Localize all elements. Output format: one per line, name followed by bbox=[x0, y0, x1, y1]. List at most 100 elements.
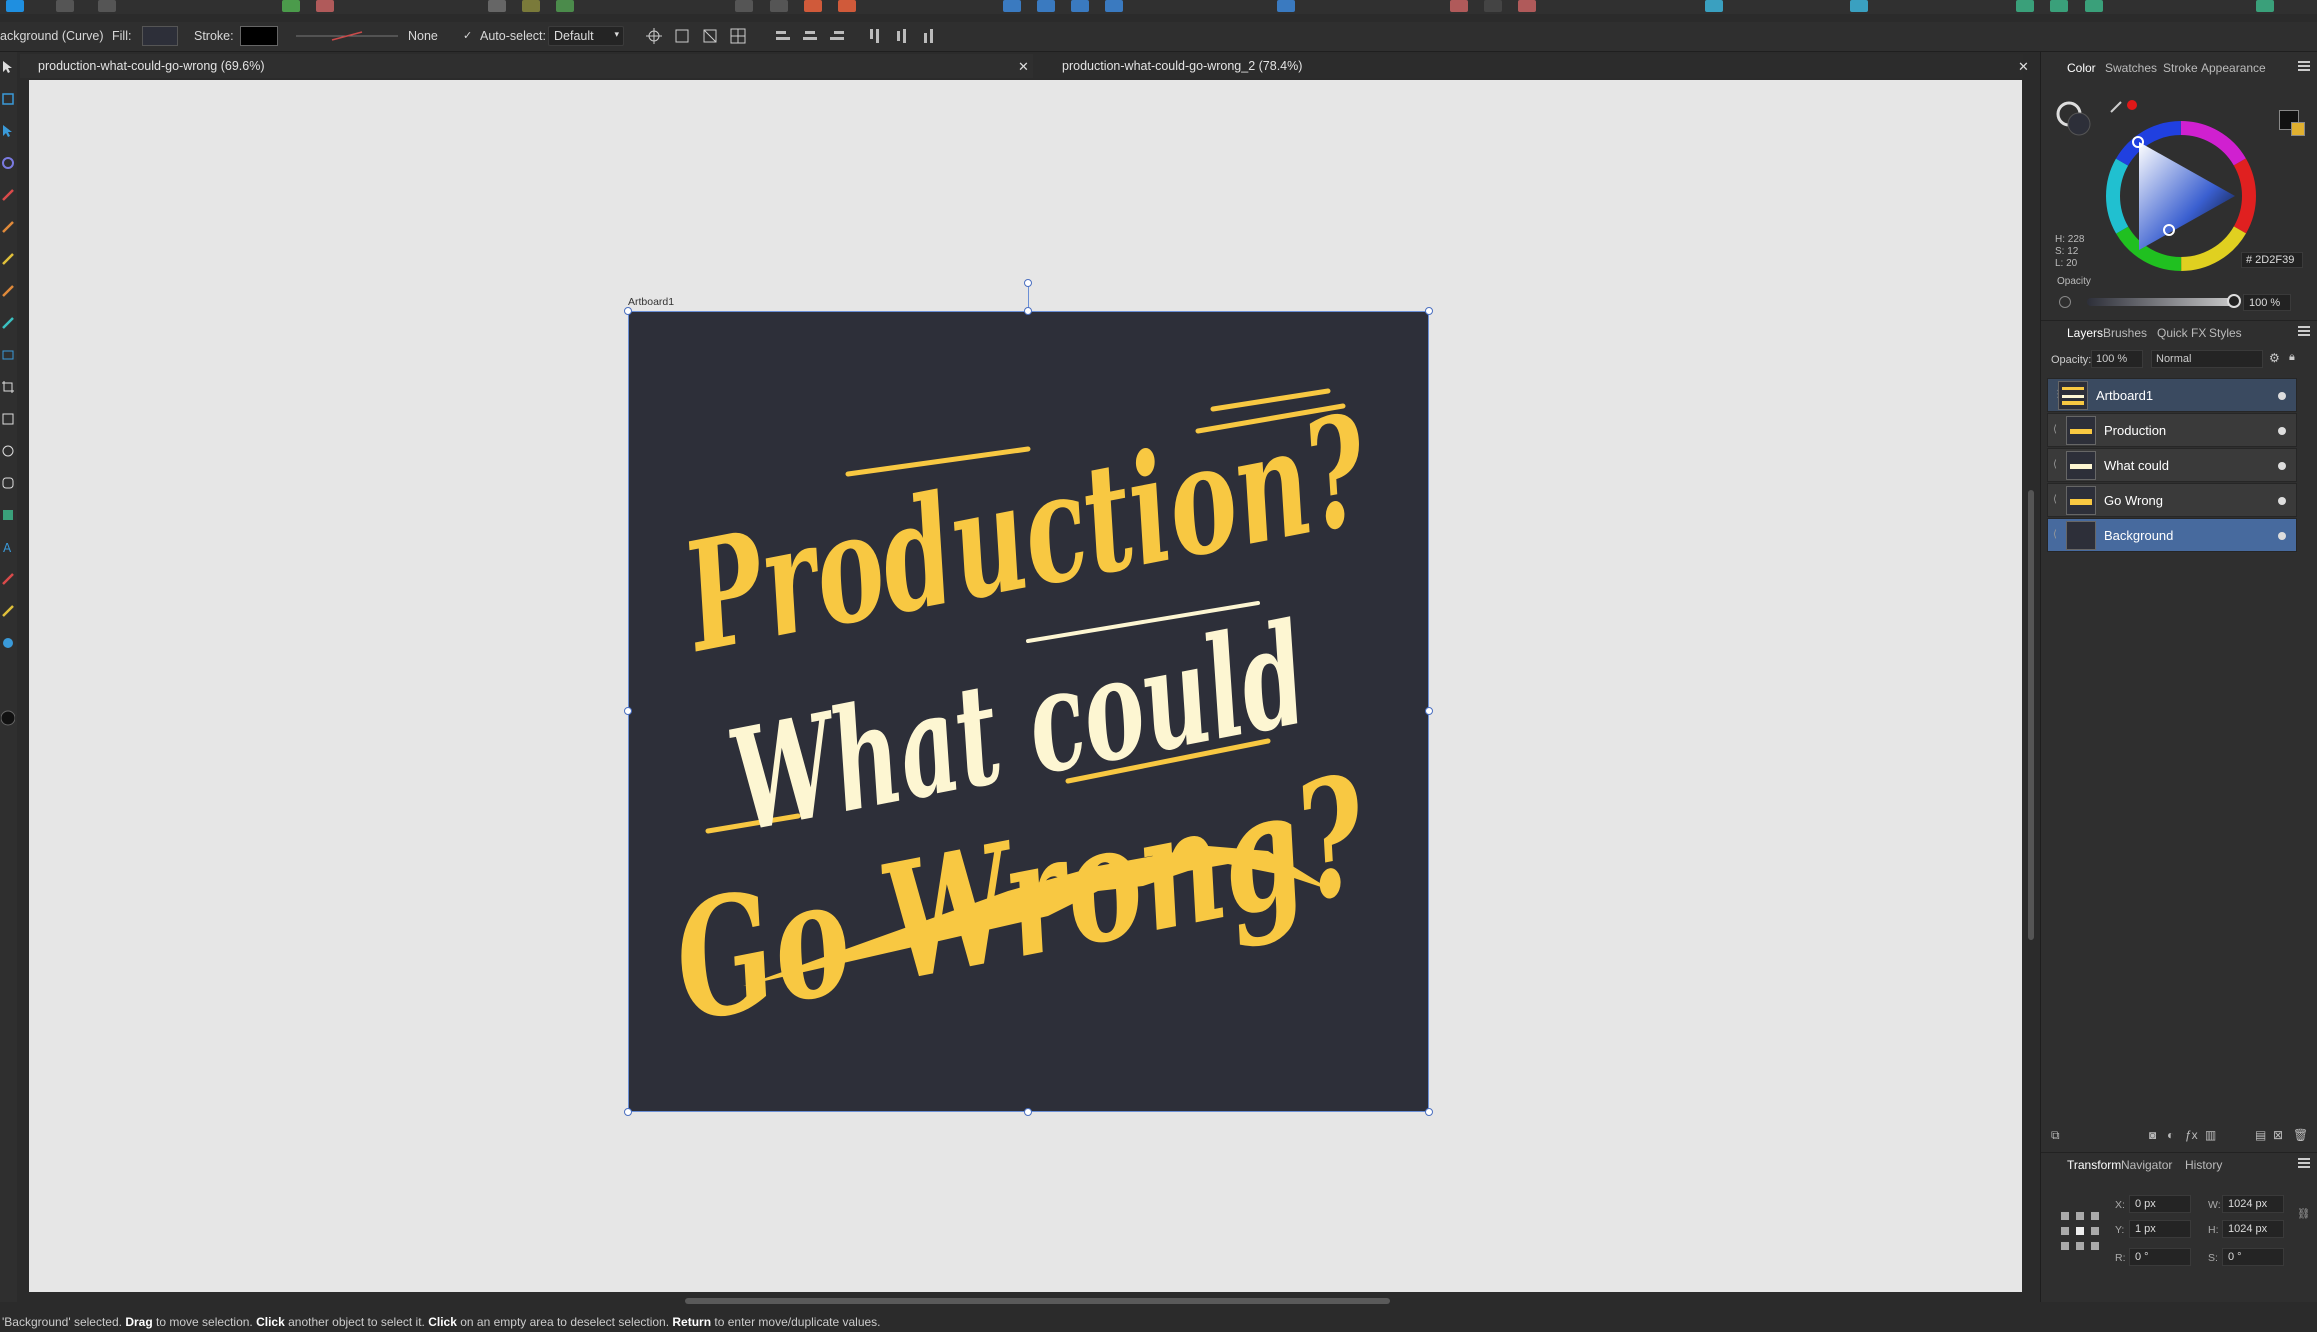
visibility-toggle[interactable] bbox=[2278, 392, 2286, 400]
blend-mode-dropdown[interactable]: Normal bbox=[2151, 350, 2263, 368]
artboard-tool-icon[interactable] bbox=[1, 92, 15, 106]
grid-view-icon[interactable] bbox=[729, 27, 747, 45]
studio-icon[interactable] bbox=[2085, 0, 2103, 12]
add-layer-icon[interactable]: ▤ bbox=[2255, 1128, 2266, 1142]
opacity-field[interactable]: 100 % bbox=[2243, 294, 2291, 311]
snapping-icon[interactable] bbox=[522, 0, 540, 12]
rounded-rect-tool-icon[interactable] bbox=[1, 476, 15, 490]
share-icon[interactable] bbox=[2016, 0, 2034, 12]
delete-icon[interactable]: 🗑︎ bbox=[2293, 1128, 2308, 1142]
layer-row-background[interactable]: ⟨ Background bbox=[2047, 518, 2297, 552]
transform-origin-icon[interactable] bbox=[645, 27, 663, 45]
crop-icon[interactable] bbox=[1450, 0, 1468, 12]
align-left-icon[interactable] bbox=[774, 27, 792, 45]
tab-layers[interactable]: Layers bbox=[2067, 326, 2103, 340]
tab-appearance[interactable]: Appearance bbox=[2201, 61, 2266, 75]
transparency-tool-icon[interactable] bbox=[1, 316, 15, 330]
fill-swatch[interactable] bbox=[142, 26, 178, 46]
tab-navigator[interactable]: Navigator bbox=[2121, 1158, 2172, 1172]
close-icon[interactable]: ✕ bbox=[2018, 59, 2029, 75]
layer-copy-icon[interactable]: ⧉ bbox=[2051, 1128, 2060, 1143]
document-tab[interactable]: production-what-could-go-wrong_2 (78.4%) bbox=[1044, 54, 2023, 78]
visibility-toggle[interactable] bbox=[2278, 497, 2286, 505]
pen-tool-icon[interactable] bbox=[1, 188, 15, 202]
move-tool-icon[interactable] bbox=[1, 60, 15, 74]
secondary-swatch[interactable] bbox=[2291, 122, 2305, 136]
adjustment-icon[interactable]: ◐ bbox=[2167, 1128, 2174, 1142]
grid-icon[interactable] bbox=[56, 0, 74, 12]
help-icon[interactable] bbox=[2256, 0, 2274, 12]
layer-row-artboard1[interactable]: ⋮ Artboard1 bbox=[2047, 378, 2297, 412]
resize-handle[interactable] bbox=[624, 307, 632, 315]
resize-handle[interactable] bbox=[1425, 307, 1433, 315]
layer-opacity-field[interactable]: 100 % bbox=[2091, 350, 2143, 368]
publish-icon[interactable] bbox=[2050, 0, 2068, 12]
grid-snap-icon[interactable] bbox=[556, 0, 574, 12]
canvas[interactable]: Artboard1 Production? What could Go Wron… bbox=[29, 80, 2022, 1292]
workspace-icon[interactable] bbox=[98, 0, 116, 12]
tab-color[interactable]: Color bbox=[2067, 61, 2096, 75]
layer-row-production[interactable]: ⟨ Production bbox=[2047, 413, 2297, 447]
align-top-icon[interactable] bbox=[866, 27, 884, 45]
flip-v-icon[interactable] bbox=[1037, 0, 1055, 12]
vector-icon[interactable] bbox=[1518, 0, 1536, 12]
align-group-icon[interactable] bbox=[488, 0, 506, 12]
rotation-field[interactable]: 0 ° bbox=[2129, 1248, 2191, 1266]
document-tab[interactable]: production-what-could-go-wrong (69.6%) ✕ bbox=[20, 54, 1033, 78]
rotate-left-icon[interactable] bbox=[1071, 0, 1089, 12]
auto-select-check-icon[interactable]: ✓ bbox=[463, 29, 472, 42]
sync-icon[interactable] bbox=[282, 0, 300, 12]
node-tool-icon[interactable] bbox=[1, 124, 15, 138]
shape-tool-icon[interactable] bbox=[1, 508, 15, 522]
color-swatch-icon[interactable] bbox=[1, 708, 15, 728]
color-picker-icon[interactable] bbox=[2109, 98, 2125, 114]
panel-menu-icon[interactable] bbox=[2298, 326, 2310, 336]
close-icon[interactable]: ✕ bbox=[1018, 59, 1029, 75]
opacity-slider-knob[interactable] bbox=[2227, 294, 2241, 308]
horizontal-scrollbar[interactable] bbox=[29, 1296, 2022, 1306]
vertical-scrollbar[interactable] bbox=[2026, 80, 2036, 1292]
tab-quick-fx[interactable]: Quick FX bbox=[2157, 326, 2206, 340]
x-field[interactable]: 0 px bbox=[2129, 1195, 2191, 1213]
scrollbar-thumb[interactable] bbox=[2028, 490, 2034, 940]
group-icon[interactable]: ⊠ bbox=[2273, 1128, 2283, 1142]
h-field[interactable]: 1024 px bbox=[2222, 1220, 2284, 1238]
export-icon[interactable] bbox=[1850, 0, 1868, 12]
panel-menu-icon[interactable] bbox=[2298, 1158, 2310, 1168]
scrollbar-thumb[interactable] bbox=[685, 1298, 1390, 1304]
layer-settings-icon[interactable]: ⚙ bbox=[2269, 351, 2280, 365]
mask-icon[interactable] bbox=[1484, 0, 1502, 12]
auto-select-dropdown[interactable]: Default ▾ bbox=[548, 26, 624, 46]
w-field[interactable]: 1024 px bbox=[2222, 1195, 2284, 1213]
fill-tool-icon[interactable] bbox=[1, 284, 15, 298]
align-middle-icon[interactable] bbox=[893, 27, 911, 45]
vector-brush-icon[interactable] bbox=[1, 252, 15, 266]
zoom-tool-icon[interactable] bbox=[1, 636, 15, 650]
corner-tool-icon[interactable] bbox=[1, 156, 15, 170]
resize-handle[interactable] bbox=[1425, 707, 1433, 715]
live-filter-icon[interactable]: ▥ bbox=[2205, 1128, 2216, 1142]
insert-icon[interactable] bbox=[1277, 0, 1295, 12]
fill-stroke-selector-icon[interactable] bbox=[2055, 100, 2093, 138]
ellipse-tool-icon[interactable] bbox=[1, 444, 15, 458]
link-icon[interactable]: ⛓ bbox=[2297, 1207, 2310, 1220]
bounding-box-icon[interactable] bbox=[673, 27, 691, 45]
boolean-add-icon[interactable] bbox=[804, 0, 822, 12]
align-bottom-icon[interactable] bbox=[920, 27, 938, 45]
place-image-icon[interactable] bbox=[1, 348, 15, 362]
mask-layer-icon[interactable]: ◙ bbox=[2149, 1128, 2156, 1142]
align-right-icon[interactable] bbox=[828, 27, 846, 45]
visibility-toggle[interactable] bbox=[2278, 462, 2286, 470]
tab-swatches[interactable]: Swatches bbox=[2105, 61, 2157, 75]
no-fill-icon[interactable] bbox=[2059, 296, 2071, 308]
rotate-right-icon[interactable] bbox=[1105, 0, 1123, 12]
stroke-swatch[interactable] bbox=[240, 26, 278, 46]
order-back-icon[interactable] bbox=[735, 0, 753, 12]
y-field[interactable]: 1 px bbox=[2129, 1220, 2191, 1238]
crop-tool-icon[interactable] bbox=[1, 380, 15, 394]
visibility-toggle[interactable] bbox=[2278, 427, 2286, 435]
rotation-handle[interactable] bbox=[1024, 279, 1032, 287]
flip-h-icon[interactable] bbox=[1003, 0, 1021, 12]
cloud-icon[interactable] bbox=[1705, 0, 1723, 12]
pencil-tool-icon[interactable] bbox=[1, 220, 15, 234]
